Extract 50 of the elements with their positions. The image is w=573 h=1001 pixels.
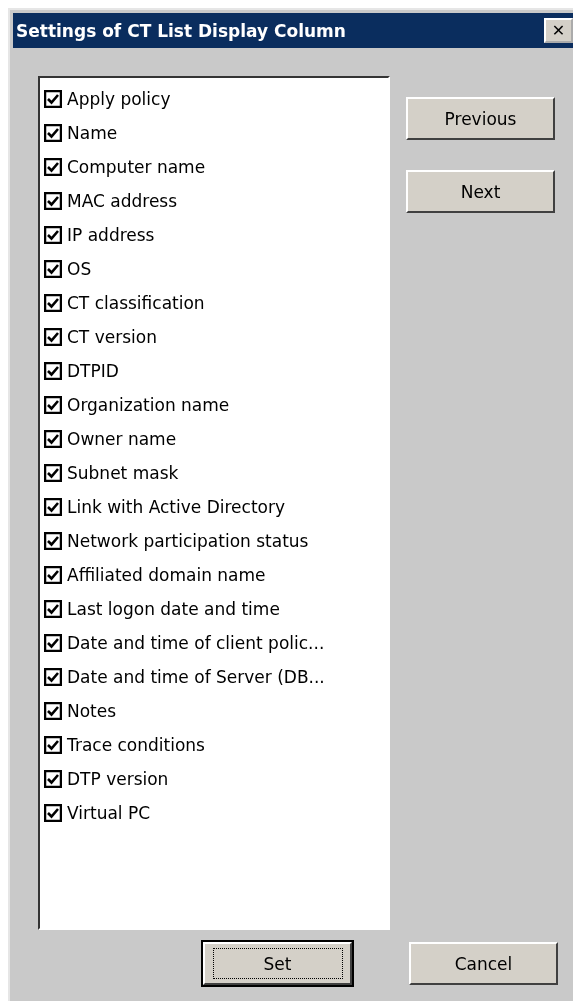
checkbox[interactable] <box>44 362 62 380</box>
checkbox[interactable] <box>44 124 62 142</box>
checkbox[interactable] <box>44 430 62 448</box>
checkbox[interactable] <box>44 804 62 822</box>
checkbox[interactable] <box>44 328 62 346</box>
column-label[interactable]: Apply policy <box>67 89 171 109</box>
column-label[interactable]: Network participation status <box>67 531 309 551</box>
column-label[interactable]: DTP version <box>67 769 169 789</box>
column-label[interactable]: Organization name <box>67 395 230 415</box>
column-label[interactable]: CT version <box>67 327 157 347</box>
checkbox[interactable] <box>44 600 62 618</box>
checkbox[interactable] <box>44 770 62 788</box>
dialog-button[interactable]: Set <box>203 942 352 985</box>
column-label[interactable]: Notes <box>67 701 117 721</box>
checkbox[interactable] <box>44 192 62 210</box>
column-label[interactable]: Link with Active Directory <box>67 497 286 517</box>
checkbox[interactable] <box>44 566 62 584</box>
checkbox[interactable] <box>44 702 62 720</box>
column-label[interactable]: Trace conditions <box>67 735 205 755</box>
column-label[interactable]: Date and time of Server (DB... <box>67 667 325 687</box>
column-label[interactable]: Date and time of client polic... <box>67 633 325 653</box>
column-label[interactable]: Affiliated domain name <box>67 565 266 585</box>
checkbox[interactable] <box>44 226 62 244</box>
checkbox[interactable] <box>44 396 62 414</box>
checkbox[interactable] <box>44 158 62 176</box>
checkbox[interactable] <box>44 90 62 108</box>
column-label[interactable]: Subnet mask <box>67 463 179 483</box>
checkbox[interactable] <box>44 736 62 754</box>
column-label[interactable]: OS <box>67 259 92 279</box>
column-label[interactable]: Last logon date and time <box>67 599 280 619</box>
column-label[interactable]: Virtual PC <box>67 803 151 823</box>
checkbox[interactable] <box>44 668 62 686</box>
checkbox[interactable] <box>44 260 62 278</box>
checkbox[interactable] <box>44 498 62 516</box>
column-label[interactable]: Computer name <box>67 157 206 177</box>
checkbox[interactable] <box>44 532 62 550</box>
close-button[interactable]: ✕ <box>544 18 573 43</box>
column-label[interactable]: IP address <box>67 225 155 245</box>
column-label[interactable]: Owner name <box>67 429 177 449</box>
column-label[interactable]: CT classification <box>67 293 205 313</box>
column-label[interactable]: MAC address <box>67 191 178 211</box>
column-label[interactable]: DTPID <box>67 361 119 381</box>
checkbox[interactable] <box>44 634 62 652</box>
nav-button[interactable]: Previous <box>406 97 555 140</box>
checkbox[interactable] <box>44 464 62 482</box>
nav-button[interactable]: Next <box>406 170 555 213</box>
column-label[interactable]: Name <box>67 123 118 143</box>
checkbox[interactable] <box>44 294 62 312</box>
window-title: Settings of CT List Display Column <box>16 20 346 41</box>
dialog-button[interactable]: Cancel <box>409 942 558 985</box>
